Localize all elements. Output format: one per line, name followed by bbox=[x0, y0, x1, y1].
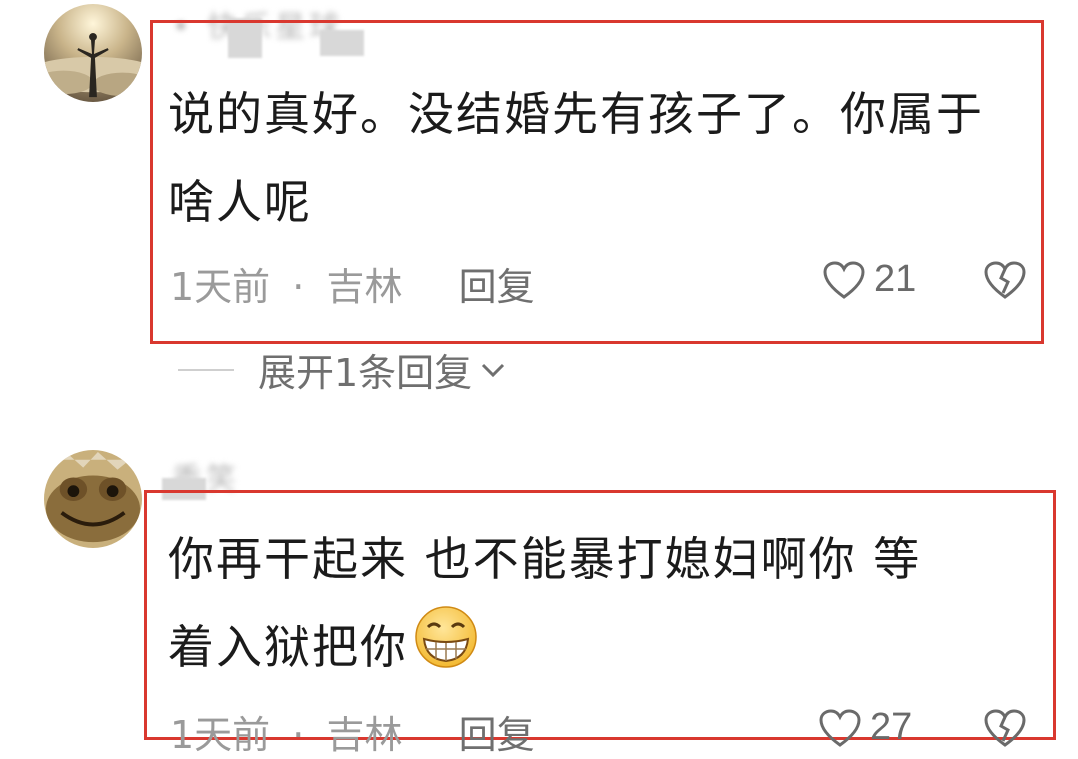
comment-text: 说的真好。没结婚先有孩子了。你属于 啥人呢 bbox=[168, 70, 984, 246]
comment-text-line: 说的真好。没结婚先有孩子了。你属于 bbox=[168, 87, 984, 141]
comment-text: 你再干起来 也不能暴打媳妇啊你 等 着入狱把你 bbox=[168, 515, 921, 697]
comment-meta: 1天前 · 吉林 回复 bbox=[170, 704, 535, 759]
like-button[interactable]: 21 bbox=[822, 258, 916, 301]
expand-replies-label: 展开1条回复 bbox=[258, 351, 473, 395]
expand-divider bbox=[178, 368, 234, 371]
heart-icon bbox=[822, 260, 866, 300]
comment-text-fragment: 着入狱把你 bbox=[168, 620, 408, 674]
broken-heart-icon[interactable] bbox=[982, 708, 1028, 748]
comment-text-line: 着入狱把你 bbox=[168, 603, 921, 697]
grin-emoji-icon bbox=[410, 605, 482, 697]
expand-replies-button[interactable]: 展开1条回复 bbox=[178, 342, 508, 397]
reply-button[interactable]: 回复 bbox=[459, 713, 535, 757]
avatar[interactable] bbox=[44, 450, 142, 548]
like-button[interactable]: 27 bbox=[818, 706, 912, 749]
chevron-down-icon bbox=[478, 355, 508, 385]
reply-button[interactable]: 回复 bbox=[459, 265, 535, 309]
like-count: 27 bbox=[870, 706, 913, 748]
comment-text-line: 你再干起来 也不能暴打媳妇啊你 等 bbox=[168, 532, 922, 586]
meta-separator: · bbox=[292, 713, 305, 757]
heart-icon bbox=[818, 708, 862, 748]
comment-time: 1天前 bbox=[170, 713, 271, 757]
comment-meta: 1天前 · 吉林 回复 bbox=[170, 256, 535, 311]
broken-heart-icon[interactable] bbox=[982, 260, 1028, 300]
comment-location: 吉林 bbox=[326, 713, 403, 757]
meta-separator: · bbox=[292, 265, 305, 309]
comment-time: 1天前 bbox=[170, 265, 271, 309]
avatar[interactable] bbox=[44, 4, 142, 102]
comment-text-line: 啥人呢 bbox=[168, 175, 312, 229]
like-count: 21 bbox=[874, 258, 917, 300]
comment-location: 吉林 bbox=[326, 265, 403, 309]
